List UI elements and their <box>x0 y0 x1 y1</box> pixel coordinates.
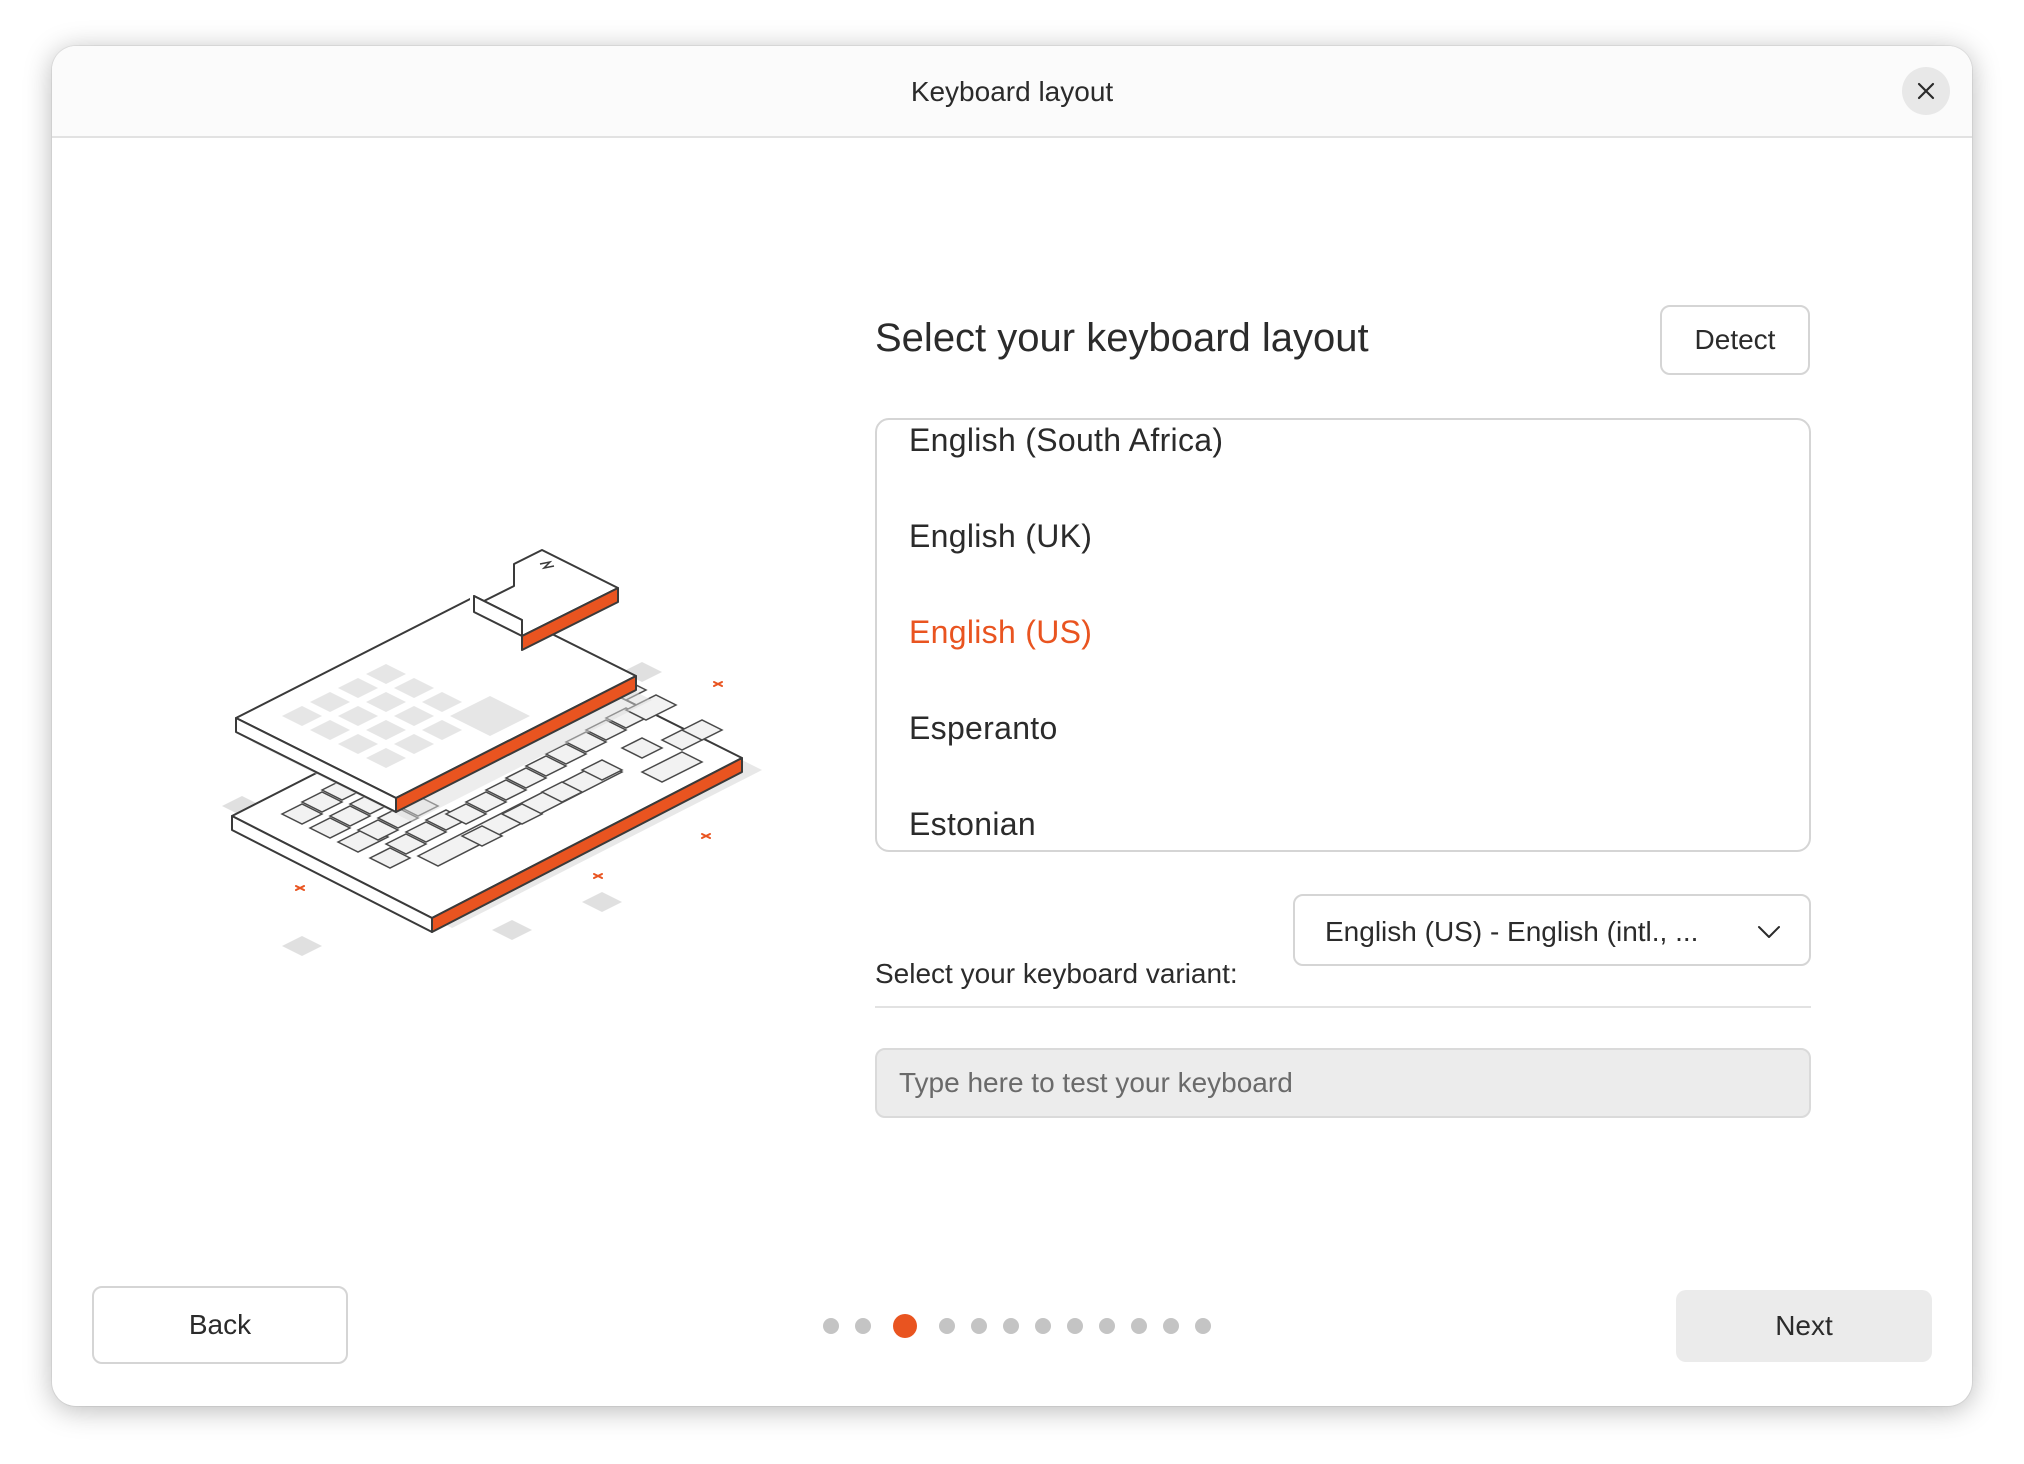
installer-window: Keyboard layout Select your keyboard lay… <box>52 46 1972 1406</box>
variant-value: English (US) - English (intl., ... <box>1325 916 1699 947</box>
step-dot <box>1131 1318 1147 1334</box>
step-dot <box>1195 1318 1211 1334</box>
close-button[interactable] <box>1902 67 1950 115</box>
layout-item[interactable]: English (South Africa) <box>877 420 1809 488</box>
window-title: Keyboard layout <box>910 76 1114 107</box>
step-indicator <box>823 1310 1227 1342</box>
back-button[interactable]: Back <box>92 1286 348 1364</box>
chevron-down-icon <box>1758 926 1780 938</box>
layout-item[interactable]: Esperanto <box>877 680 1809 776</box>
layout-list[interactable]: English (South Africa) English (UK) Engl… <box>875 418 1811 852</box>
header-bar: Keyboard layout <box>52 46 1972 138</box>
layout-item[interactable]: Estonian <box>877 776 1809 850</box>
step-dot <box>939 1318 955 1334</box>
keyboard-illustration <box>222 542 762 956</box>
step-dot <box>1099 1318 1115 1334</box>
step-dot <box>1163 1318 1179 1334</box>
divider <box>875 1006 1811 1008</box>
step-dot <box>823 1318 839 1334</box>
next-button[interactable]: Next <box>1676 1290 1932 1362</box>
step-dot <box>855 1318 871 1334</box>
step-dot <box>1003 1318 1019 1334</box>
step-dot <box>971 1318 987 1334</box>
layout-item-selected[interactable]: English (US) <box>877 584 1809 680</box>
keyboard-test-input[interactable] <box>875 1048 1811 1118</box>
detect-button[interactable]: Detect <box>1660 305 1810 375</box>
close-icon <box>1917 82 1935 100</box>
variant-label: Select your keyboard variant: <box>875 958 1238 989</box>
layout-item[interactable]: English (UK) <box>877 488 1809 584</box>
step-dot <box>1035 1318 1051 1334</box>
page-heading: Select your keyboard layout <box>875 316 1369 360</box>
step-dot-active <box>893 1314 917 1338</box>
variant-dropdown[interactable]: English (US) - English (intl., ... <box>1293 894 1811 966</box>
step-dot <box>1067 1318 1083 1334</box>
